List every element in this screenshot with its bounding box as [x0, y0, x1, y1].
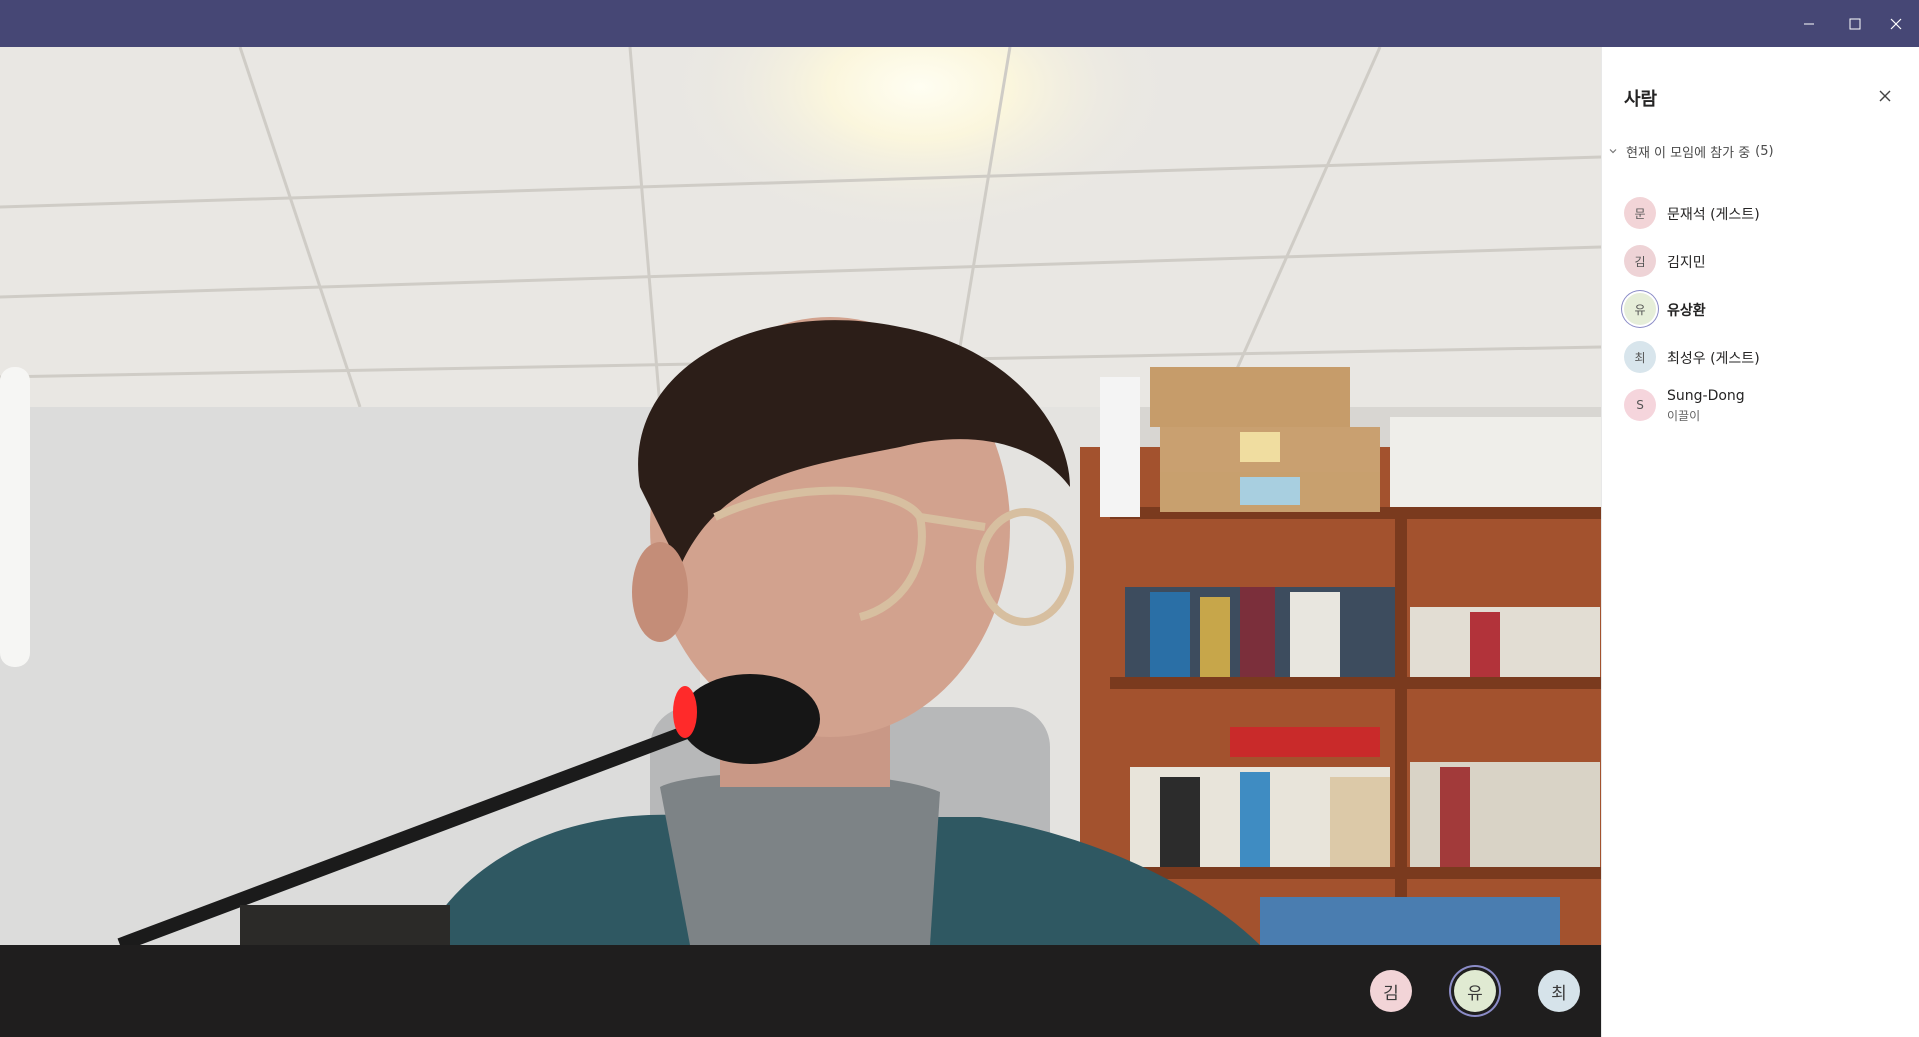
participants-section-toggle[interactable]: 현재 이 모임에 참가 중 (5) — [1608, 139, 1774, 163]
close-panel-button[interactable] — [1874, 85, 1896, 107]
participant-name: Sung-Dong — [1667, 388, 1745, 404]
maximize-icon — [1849, 18, 1861, 30]
close-icon — [1879, 87, 1891, 106]
participant-avatar[interactable]: 최 — [1538, 970, 1580, 1012]
participant-name: 유상환 — [1667, 303, 1706, 319]
section-label: 현재 이 모임에 참가 중 — [1626, 145, 1751, 161]
participant-video-image — [0, 47, 1601, 945]
minimize-button[interactable] — [1786, 0, 1832, 47]
avatar-initial: 최 — [1551, 983, 1567, 1004]
avatar-initial: 유 — [1634, 302, 1646, 317]
participant-role: 이끌이 — [1667, 409, 1701, 423]
video-feed — [0, 47, 1601, 945]
participant-avatar-active[interactable]: 유 — [1454, 970, 1496, 1012]
avatar-initial: 김 — [1383, 983, 1399, 1004]
avatar-initial: 최 — [1634, 350, 1646, 365]
participant-name: 김지민 — [1667, 255, 1706, 271]
participant-row[interactable]: 유 유상환 — [1602, 286, 1919, 332]
avatar-initial: 김 — [1634, 254, 1646, 269]
close-icon — [1890, 18, 1902, 30]
close-window-button[interactable] — [1873, 0, 1919, 47]
avatar: 유 — [1624, 293, 1656, 325]
participant-name: 문재석 (게스트) — [1667, 207, 1760, 223]
people-panel: 사람 현재 이 모임에 참가 중 (5) 문 문재석 (게스트) 김 김지민 유… — [1601, 47, 1919, 1037]
participant-row[interactable]: S Sung-Dong 이끌이 — [1602, 382, 1919, 428]
avatar-initial: S — [1636, 398, 1644, 412]
avatar: S — [1624, 389, 1656, 421]
avatar-initial: 문 — [1634, 206, 1646, 221]
avatar: 문 — [1624, 197, 1656, 229]
call-participant-strip: 김 유 최 — [0, 945, 1601, 1037]
avatar: 최 — [1624, 341, 1656, 373]
title-bar — [0, 0, 1919, 47]
avatar-initial: 유 — [1467, 983, 1483, 1004]
participant-avatar[interactable]: 김 — [1370, 970, 1412, 1012]
participant-row[interactable]: 최 최성우 (게스트) — [1602, 334, 1919, 380]
avatar: 김 — [1624, 245, 1656, 277]
participant-row[interactable]: 김 김지민 — [1602, 238, 1919, 284]
minimize-icon — [1803, 18, 1815, 30]
participant-row[interactable]: 문 문재석 (게스트) — [1602, 190, 1919, 236]
participant-count: (5) — [1755, 143, 1774, 159]
participant-name: 최성우 (게스트) — [1667, 351, 1760, 367]
chevron-down-icon — [1608, 145, 1620, 157]
panel-title: 사람 — [1624, 89, 1658, 110]
maximize-button[interactable] — [1832, 0, 1878, 47]
